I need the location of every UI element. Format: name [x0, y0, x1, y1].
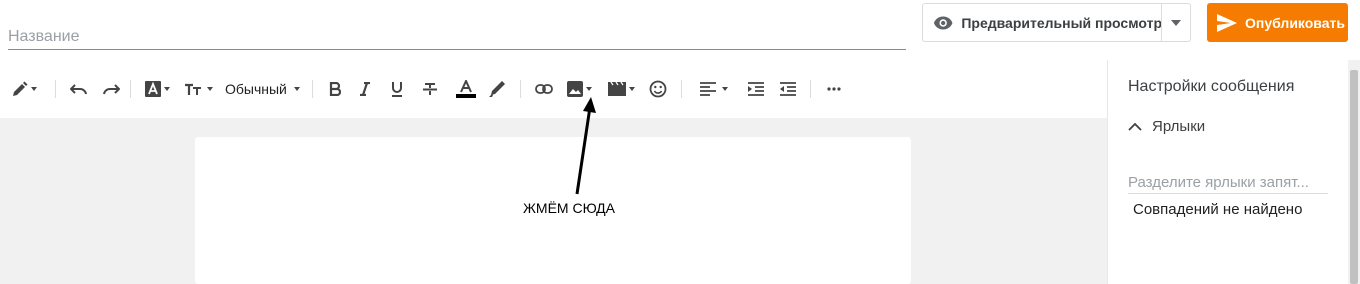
preview-label: Предварительный просмотр	[961, 14, 1162, 31]
paragraph-format-label: Обычный	[225, 81, 287, 97]
strikethrough-button[interactable]	[422, 74, 437, 104]
eye-icon	[933, 16, 953, 29]
publish-label: Опубликовать	[1245, 14, 1345, 31]
font-button[interactable]	[145, 74, 170, 104]
undo-icon	[70, 84, 87, 95]
post-settings-title: Настройки сообщения	[1128, 78, 1295, 95]
indent-icon	[747, 82, 764, 96]
text-color-button[interactable]	[455, 74, 476, 104]
link-icon	[534, 84, 553, 94]
preview-button[interactable]: Предварительный просмотр	[922, 3, 1162, 42]
italic-icon	[359, 82, 370, 96]
underline-icon	[391, 82, 402, 97]
text-size-icon	[185, 83, 201, 95]
toolbar-divider	[130, 80, 131, 98]
align-button[interactable]	[699, 74, 728, 104]
more-options-button[interactable]	[827, 74, 841, 104]
italic-button[interactable]	[359, 74, 371, 104]
send-icon	[1217, 13, 1237, 32]
annotation-label: ЖМЁМ СЮДА	[523, 200, 615, 216]
insert-video-button[interactable]	[607, 74, 635, 104]
paragraph-format-dropdown[interactable]: Обычный	[225, 74, 300, 104]
more-icon	[827, 87, 841, 91]
text-size-button[interactable]	[184, 74, 213, 104]
insert-link-button[interactable]	[534, 74, 553, 104]
bold-icon	[329, 82, 341, 96]
toolbar-divider	[809, 80, 811, 98]
post-title-input[interactable]	[8, 24, 906, 50]
highlight-icon	[488, 81, 505, 97]
toolbar-divider	[311, 80, 313, 98]
toolbar-divider	[680, 80, 682, 98]
highlight-button[interactable]	[488, 74, 507, 104]
compose-mode-button[interactable]	[12, 74, 37, 104]
text-color-icon	[455, 80, 476, 98]
chevron-down-icon	[628, 87, 635, 91]
emoji-button[interactable]	[649, 74, 667, 104]
chevron-up-icon	[1128, 122, 1142, 131]
redo-button[interactable]	[102, 74, 120, 104]
chevron-down-icon	[164, 87, 170, 91]
indent-button[interactable]	[747, 74, 764, 104]
post-editor-page: Предварительный просмотр Опубликовать	[0, 0, 1360, 284]
labels-section-title: Ярлыки	[1152, 118, 1206, 135]
post-settings-panel: Настройки сообщения Ярлыки Совпадений не…	[1107, 60, 1348, 284]
font-icon	[145, 81, 161, 97]
toolbar-divider	[55, 80, 56, 98]
annotation-arrow	[575, 97, 596, 195]
chevron-down-icon	[31, 87, 37, 91]
undo-button[interactable]	[70, 74, 88, 104]
preview-dropdown-button[interactable]	[1161, 3, 1191, 42]
chevron-down-icon	[585, 87, 592, 91]
redo-icon	[103, 84, 120, 95]
video-icon	[607, 82, 626, 96]
strikethrough-icon	[422, 83, 437, 95]
chevron-down-icon	[293, 87, 300, 91]
emoji-icon	[649, 80, 667, 98]
outdent-icon	[779, 82, 796, 96]
chevron-down-icon	[721, 87, 728, 91]
align-icon	[699, 82, 716, 96]
toolbar-divider	[519, 80, 521, 98]
labels-input[interactable]	[1128, 172, 1328, 194]
bold-button[interactable]	[329, 74, 341, 104]
labels-no-match-text: Совпадений не найдено	[1133, 201, 1303, 218]
publish-button[interactable]: Опубликовать	[1207, 3, 1348, 42]
pencil-icon	[13, 81, 28, 96]
chevron-down-icon	[1171, 19, 1181, 26]
labels-section-toggle[interactable]: Ярлыки	[1128, 118, 1205, 135]
underline-button[interactable]	[391, 74, 403, 104]
editor-toolbar: Обычный	[0, 60, 1107, 118]
panel-scrollbar-thumb[interactable]	[1350, 70, 1358, 284]
outdent-button[interactable]	[779, 74, 796, 104]
chevron-down-icon	[207, 87, 213, 91]
